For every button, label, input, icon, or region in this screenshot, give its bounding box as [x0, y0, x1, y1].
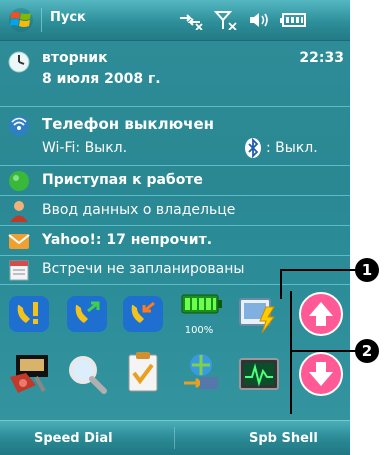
device-screen: Пуск вторник 8 июля 2008 г. 22:33 Телефо… — [0, 0, 350, 455]
callout-2: 2 — [355, 339, 379, 363]
owner-label: Ввод данных о владельце — [42, 202, 236, 218]
today-getting-started-row[interactable]: Приступая к работе — [0, 166, 350, 196]
callout-1-leader — [280, 269, 282, 299]
speaker-icon[interactable] — [248, 10, 270, 30]
callout-2-bracket — [290, 291, 292, 414]
search-icon[interactable] — [64, 351, 110, 397]
softkey-separator — [174, 427, 175, 449]
callout-1: 1 — [355, 258, 379, 282]
task-manager-icon[interactable] — [236, 351, 282, 397]
bluetooth-status[interactable]: : Выкл. — [266, 140, 318, 156]
today-owner-row[interactable]: Ввод данных о владельце — [0, 196, 350, 226]
weekday-label: вторник — [42, 50, 108, 66]
scroll-down-button[interactable] — [298, 351, 344, 397]
title-bar: Пуск — [0, 0, 350, 41]
callout-2-line — [290, 350, 356, 352]
mail-label: Yahoo!: 17 непрочит. — [42, 232, 213, 248]
sync-icon[interactable] — [178, 349, 224, 395]
owner-icon — [10, 201, 28, 222]
start-menu-label[interactable]: Пуск — [50, 10, 86, 25]
wifi-status[interactable]: Wi-Fi: Выкл. — [42, 140, 127, 156]
today-date-row[interactable]: вторник 8 июля 2008 г. 22:33 — [0, 41, 350, 107]
title-separator — [41, 8, 42, 32]
calendar-icon — [9, 260, 29, 281]
getting-started-icon — [9, 171, 29, 191]
getting-started-label: Приступая к работе — [42, 172, 203, 188]
ram-icon[interactable] — [6, 351, 52, 397]
mail-icon — [8, 234, 30, 249]
signal-off-icon[interactable] — [214, 10, 238, 30]
status-icons — [178, 9, 308, 31]
call-history-icon[interactable] — [64, 291, 110, 337]
battery-status-icon[interactable] — [178, 289, 224, 335]
tasks-icon[interactable] — [120, 349, 166, 395]
bluetooth-icon[interactable] — [244, 138, 262, 158]
time-label: 22:33 — [299, 50, 344, 66]
battery-icon[interactable] — [280, 10, 308, 30]
callout-1-line — [280, 269, 356, 271]
calendar-label: Встречи не запланированы — [42, 261, 245, 277]
today-phone-row[interactable]: Телефон выключен Wi-Fi: Выкл. : Выкл. — [0, 107, 350, 166]
windows-start-icon[interactable] — [8, 7, 34, 33]
speed-dial-softkey[interactable]: Speed Dial — [34, 431, 113, 446]
phone-status-title: Телефон выключен — [42, 115, 214, 133]
speed-dial-icon[interactable] — [6, 291, 52, 337]
call-log-icon[interactable] — [120, 291, 166, 337]
sync-arrows-icon[interactable] — [178, 10, 204, 30]
date-label: 8 июля 2008 г. — [42, 71, 161, 87]
spb-shell-softkey[interactable]: Spb Shell — [249, 431, 318, 446]
clock-icon — [8, 51, 30, 73]
launcher-icon[interactable] — [236, 289, 282, 335]
wireless-icon — [9, 116, 29, 136]
soft-key-bar: Speed Dial Spb Shell — [0, 420, 350, 455]
shell-app-grid: 100% — [0, 285, 350, 420]
today-mail-row[interactable]: Yahoo!: 17 непрочит. — [0, 226, 350, 256]
scroll-up-button[interactable] — [298, 291, 344, 337]
